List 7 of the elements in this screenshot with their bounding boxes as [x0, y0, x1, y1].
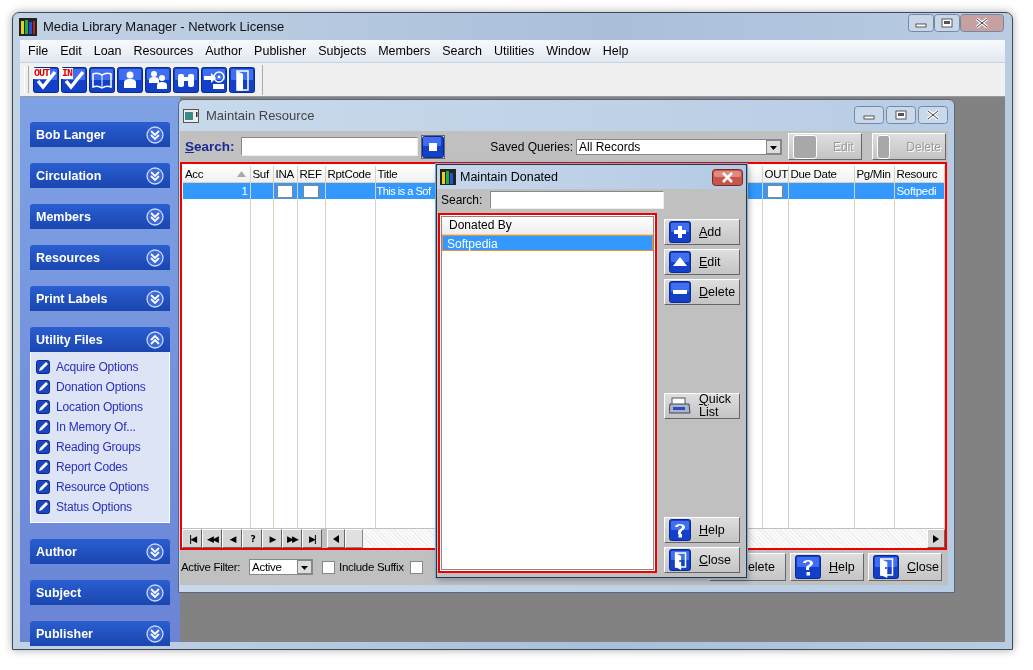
dialog-title: Maintain Donated [460, 170, 559, 184]
checkbox-label: Include Suffix [339, 561, 404, 573]
active-filter-label: Active Filter: [181, 561, 241, 573]
saved-queries-label: Saved Queries: [490, 139, 573, 154]
window-title: Media Library Manager - Network License [43, 19, 286, 34]
search-label: Search: [185, 139, 235, 154]
window-title: Maintain Resource [206, 108, 316, 123]
